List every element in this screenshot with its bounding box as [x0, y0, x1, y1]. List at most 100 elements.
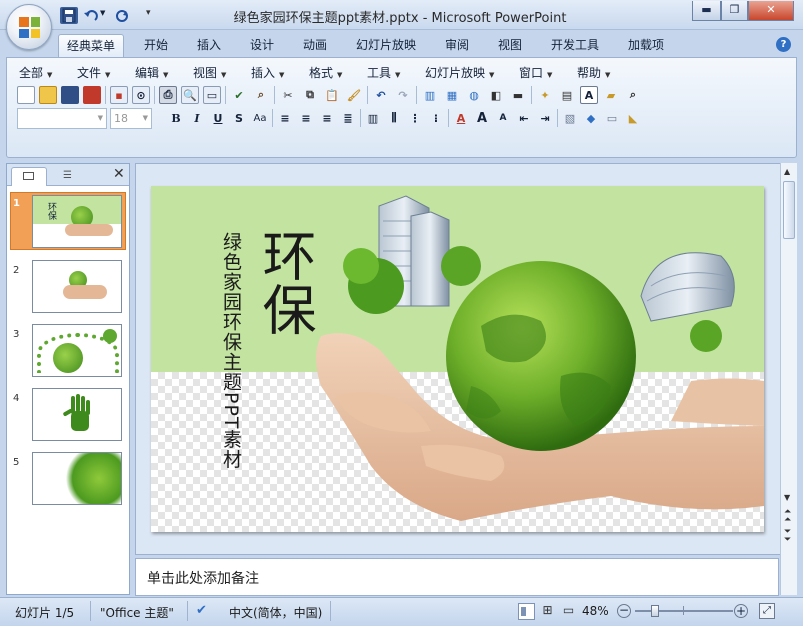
shrink-font-icon[interactable]: A: [494, 109, 512, 127]
tab-slides[interactable]: [11, 167, 47, 186]
menu-format[interactable]: 格式 ▼: [309, 64, 342, 80]
slide-canvas[interactable]: 环保 绿色家园环保主题PPT素材: [151, 186, 764, 532]
shape-fill-icon[interactable]: ◣: [624, 109, 642, 127]
slide-sorter-icon[interactable]: ⊞: [539, 603, 556, 620]
vertical-scrollbar[interactable]: ▲ ▼ ⏶ ⏶ ⏷ ⏷: [780, 163, 797, 595]
text-direction-icon[interactable]: ⫼: [385, 109, 403, 127]
align-center-icon[interactable]: ≡: [297, 109, 315, 127]
decrease-indent-icon[interactable]: ⇤: [515, 109, 533, 127]
underline-button[interactable]: U: [209, 109, 227, 127]
spelling-icon[interactable]: ✔: [230, 86, 248, 104]
close-pane-icon[interactable]: ✕: [113, 166, 125, 182]
language-indicator[interactable]: 中文(简体，中国): [229, 604, 322, 621]
normal-view-button[interactable]: [518, 603, 535, 620]
menu-view[interactable]: 视图 ▼: [193, 64, 226, 80]
scroll-thumb[interactable]: [783, 181, 795, 239]
redo-icon[interactable]: [113, 7, 131, 24]
menu-slideshow[interactable]: 幻灯片放映 ▼: [425, 64, 494, 80]
shadow-button[interactable]: S: [230, 109, 248, 127]
thumbnail-slide-3[interactable]: [32, 324, 122, 377]
print-icon[interactable]: ⎙: [159, 86, 177, 104]
find-icon[interactable]: ⌕: [624, 86, 642, 104]
permission-icon[interactable]: [83, 86, 101, 104]
export-pdf-icon[interactable]: ▪: [110, 86, 128, 104]
help-icon[interactable]: ?: [776, 37, 791, 52]
font-color-icon[interactable]: A: [452, 109, 470, 127]
zoom-out-icon[interactable]: −: [617, 604, 631, 618]
thumbnail-slide-2[interactable]: [32, 260, 122, 313]
zoom-level[interactable]: 48%: [582, 604, 609, 618]
office-button[interactable]: [6, 4, 52, 50]
theme-name[interactable]: "Office 主题": [100, 604, 174, 621]
cut-icon[interactable]: ✂: [279, 86, 297, 104]
format-painter-icon[interactable]: 🖌: [345, 86, 363, 104]
new-slide-icon[interactable]: ✦: [536, 86, 554, 104]
tab-insert[interactable]: 插入: [189, 34, 229, 56]
slide-layout-icon[interactable]: ▭: [203, 86, 221, 104]
menu-help[interactable]: 帮助 ▼: [577, 64, 610, 80]
attach-icon[interactable]: ⊙: [132, 86, 150, 104]
undo-dropdown-icon[interactable]: ▼: [100, 9, 105, 17]
close-button[interactable]: ✕: [748, 1, 794, 21]
next-slide-icon[interactable]: ⏷ ⏷: [784, 528, 791, 545]
text-box-icon[interactable]: A: [580, 86, 598, 104]
thumbnail-slide-1[interactable]: 环保: [32, 195, 122, 248]
print-preview-icon[interactable]: 🔍: [181, 86, 199, 104]
insert-table-icon[interactable]: ▦: [443, 86, 461, 104]
tab-design[interactable]: 设计: [242, 34, 282, 56]
undo-icon[interactable]: [82, 7, 100, 24]
save-icon[interactable]: [61, 86, 79, 104]
folder-icon[interactable]: ▰: [602, 86, 620, 104]
undo-icon[interactable]: ↶: [372, 86, 390, 104]
bullets-icon[interactable]: ⁝: [427, 109, 445, 127]
menu-tools[interactable]: 工具 ▼: [367, 64, 400, 80]
font-name-combo[interactable]: ▼: [17, 108, 107, 129]
tab-home[interactable]: 开始: [136, 34, 176, 56]
thumbnail-slide-4[interactable]: [32, 388, 122, 441]
bold-button[interactable]: B: [167, 109, 185, 127]
maximize-button[interactable]: ❐: [721, 1, 748, 21]
research-icon[interactable]: ⌕: [252, 86, 270, 104]
tab-review[interactable]: 审阅: [437, 34, 477, 56]
fit-to-window-icon[interactable]: ⤢: [759, 603, 775, 619]
italic-button[interactable]: I: [188, 109, 206, 127]
tab-animation[interactable]: 动画: [295, 34, 335, 56]
align-right-icon[interactable]: ≡: [318, 109, 336, 127]
arrange-icon[interactable]: ▧: [561, 109, 579, 127]
menu-window[interactable]: 窗口 ▼: [519, 64, 552, 80]
grow-font-icon[interactable]: A: [473, 109, 491, 127]
new-icon[interactable]: [17, 86, 35, 104]
increase-indent-icon[interactable]: ⇥: [536, 109, 554, 127]
slide-color-icon[interactable]: ▬: [509, 86, 527, 104]
paste-icon[interactable]: 📋: [323, 86, 341, 104]
align-left-icon[interactable]: ≡: [276, 109, 294, 127]
columns-icon[interactable]: ▥: [364, 109, 382, 127]
numbering-icon[interactable]: ⋮: [406, 109, 424, 127]
shapes-icon[interactable]: ◆: [582, 109, 600, 127]
zoom-slider-thumb[interactable]: [651, 605, 659, 617]
layout-icon[interactable]: ▤: [558, 86, 576, 104]
slide-title[interactable]: 环保: [253, 228, 316, 336]
spell-check-icon[interactable]: ✔: [196, 603, 212, 619]
menu-file[interactable]: 文件 ▼: [77, 64, 110, 80]
color-grayscale-icon[interactable]: ◧: [487, 86, 505, 104]
zoom-slider-track[interactable]: [635, 610, 733, 612]
menu-insert[interactable]: 插入 ▼: [251, 64, 284, 80]
scroll-down-icon[interactable]: ▼: [784, 493, 790, 502]
slide-subtitle[interactable]: 绿色家园环保主题PPT素材: [220, 232, 242, 470]
copy-icon[interactable]: ⧉: [301, 86, 319, 104]
customize-qat-icon[interactable]: ▾: [146, 8, 151, 18]
tab-addins[interactable]: 加载项: [620, 34, 672, 56]
tab-slideshow[interactable]: 幻灯片放映: [348, 34, 424, 56]
previous-slide-icon[interactable]: ⏶ ⏶: [784, 508, 791, 525]
redo-icon[interactable]: ↷: [394, 86, 412, 104]
zoom-in-icon[interactable]: +: [734, 604, 748, 618]
char-spacing-button[interactable]: Aa: [251, 109, 269, 127]
quick-styles-icon[interactable]: ▭: [603, 109, 621, 127]
tab-view[interactable]: 视图: [490, 34, 530, 56]
save-icon[interactable]: [60, 7, 78, 24]
tab-developer[interactable]: 开发工具: [543, 34, 607, 56]
thumbnail-slide-5[interactable]: [32, 452, 122, 505]
insert-chart-icon[interactable]: ▥: [421, 86, 439, 104]
scroll-up-icon[interactable]: ▲: [784, 167, 790, 176]
